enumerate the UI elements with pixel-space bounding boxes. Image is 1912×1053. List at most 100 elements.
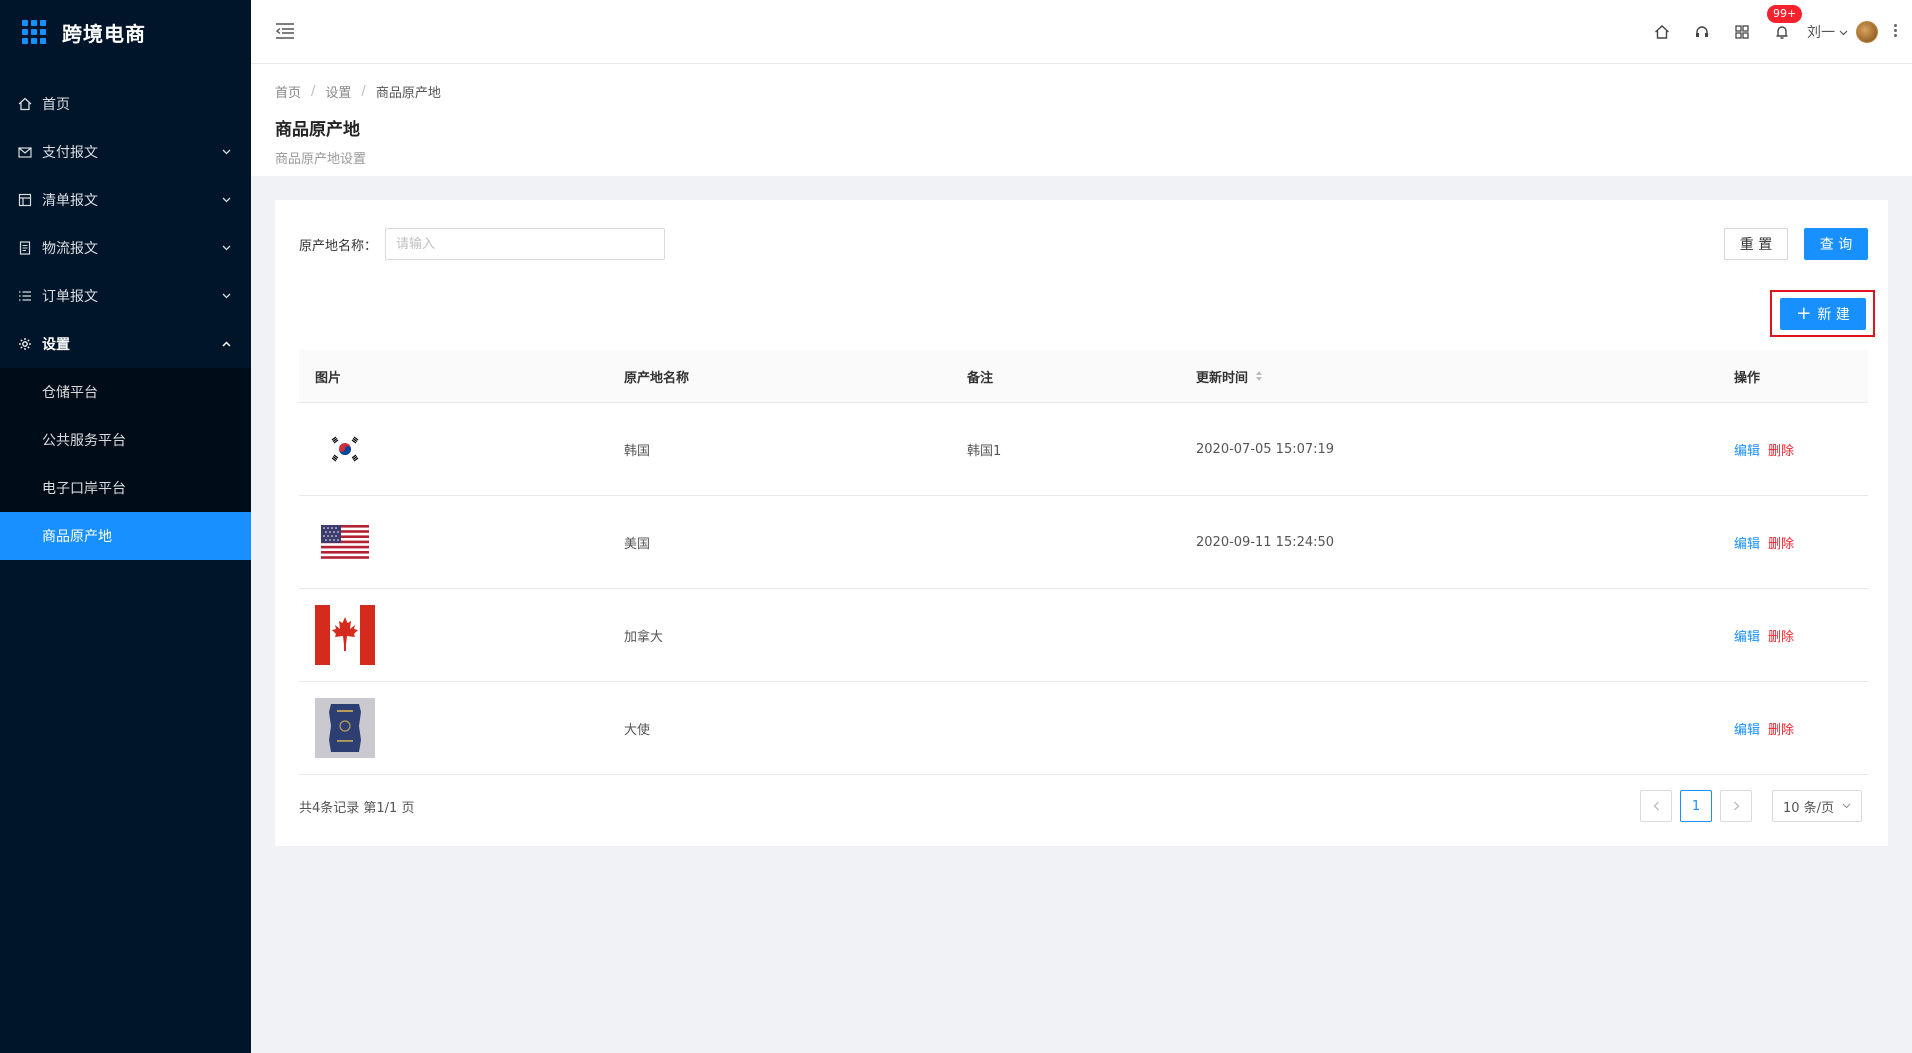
row-actions: 编辑 删除 [1718,440,1868,459]
sidebar-item-label: 支付报文 [42,145,98,161]
breadcrumb-current: 商品原产地 [375,86,441,101]
column-header-actions: 操作 [1734,370,1761,386]
delete-link[interactable]: 删除 [1768,626,1794,645]
sidebar-item-inventory[interactable]: 清单报文 [0,176,251,224]
query-button[interactable]: 查 询 [1804,228,1868,260]
sort-icon[interactable] [1256,371,1263,381]
edit-link[interactable]: 编辑 [1734,440,1760,459]
search-label: 原产地名称： [299,238,378,254]
origin-name-input[interactable] [385,228,666,260]
sidebar-item-label: 物流报文 [42,241,98,257]
updated-time: 2020-07-05 15:07:19 [1196,441,1335,457]
column-header-note: 备注 [967,370,994,386]
chevron-right-icon [1733,801,1739,811]
list-icon [18,289,32,303]
sidebar-item-label: 首页 [42,97,70,113]
reset-button[interactable]: 重 置 [1724,228,1788,260]
sidebar-item-logistics[interactable]: 物流报文 [0,224,251,272]
passport-image [315,698,375,758]
edit-link[interactable]: 编辑 [1734,533,1760,552]
sidebar-item-label: 设置 [42,337,70,353]
column-header-label: 更新时间 [1196,370,1249,386]
sidebar-item-e-port-platform[interactable]: 电子口岸平台 [0,464,251,512]
notification-badge: 99+ [1767,5,1803,23]
korea-flag-image [315,419,375,479]
origin-name: 加拿大 [624,629,664,645]
chevron-down-icon [1842,803,1851,809]
next-page-button[interactable] [1720,790,1752,822]
page-size-value: 10 条/页 [1783,800,1835,816]
menu-fold-icon[interactable] [275,22,297,42]
user-name: 刘一 [1807,25,1835,41]
page-number-button[interactable]: 1 [1680,790,1712,822]
gear-icon [18,337,32,351]
top-header: 99+ 刘一 [251,0,1912,64]
image-cell [299,605,608,665]
content-card: 原产地名称： 重 置 查 询 + 新 建 图片 原产地名称 备注 更新时间 操作 [275,200,1888,846]
bell-icon[interactable]: 99+ [1767,5,1803,41]
breadcrumb-home[interactable]: 首页 [275,82,301,101]
page-subtitle: 商品原产地设置 [275,152,367,167]
canada-flag-image [315,605,375,665]
delete-link[interactable]: 删除 [1768,719,1794,738]
delete-link[interactable]: 删除 [1768,533,1794,552]
sidebar-item-orders[interactable]: 订单报文 [0,272,251,320]
chevron-down-icon [221,195,231,205]
sidebar-item-payment[interactable]: 支付报文 [0,128,251,176]
origin-name: 美国 [624,536,651,552]
prev-page-button[interactable] [1640,790,1672,822]
breadcrumb: 首页 / 设置 / 商品原产地 [275,82,1888,101]
sidebar-item-public-service-platform[interactable]: 公共服务平台 [0,416,251,464]
table-icon [18,193,32,207]
avatar [1856,21,1878,43]
table-footer: 共4条记录 第1/1 页 1 10 条/页 [299,790,1868,822]
sidebar-item-home[interactable]: 首页 [0,80,251,128]
chevron-down-icon [221,243,231,253]
home-icon[interactable] [1653,23,1671,41]
origin-name: 大使 [624,722,651,738]
chevron-down-icon [221,147,231,157]
column-header-image: 图片 [315,370,342,386]
sidebar-item-label: 清单报文 [42,193,98,209]
origin-table: 图片 原产地名称 备注 更新时间 操作 韩国 韩国1 2020-07-05 15… [299,350,1868,775]
user-menu[interactable]: 刘一 [1807,21,1878,43]
apps-icon[interactable] [1733,23,1751,41]
chevron-left-icon [1653,801,1659,811]
edit-link[interactable]: 编辑 [1734,626,1760,645]
new-button[interactable]: + 新 建 [1780,298,1866,330]
pagination: 1 10 条/页 [1640,790,1862,822]
table-row: 美国 2020-09-11 15:24:50 编辑 删除 [299,496,1868,589]
apps-grid-icon [22,20,46,44]
breadcrumb-settings[interactable]: 设置 [325,82,351,101]
edit-link[interactable]: 编辑 [1734,719,1760,738]
sidebar-item-label: 订单报文 [42,289,98,305]
header-actions: 99+ 刘一 [1653,0,1912,64]
column-header-name: 原产地名称 [624,370,690,386]
delete-link[interactable]: 删除 [1768,440,1794,459]
image-cell [299,512,608,572]
plus-icon: + [1796,303,1812,324]
updated-time: 2020-09-11 15:24:50 [1196,534,1335,550]
column-header-updated[interactable]: 更新时间 [1180,367,1718,386]
page-size-select[interactable]: 10 条/页 [1772,790,1862,822]
headset-icon[interactable] [1693,23,1711,41]
origin-note: 韩国1 [967,443,1002,459]
sidebar-item-origin[interactable]: 商品原产地 [0,512,251,560]
row-actions: 编辑 删除 [1718,626,1868,645]
sidebar-item-settings[interactable]: 设置 [0,320,251,368]
table-row: 加拿大 编辑 删除 [299,589,1868,682]
new-button-label: 新 建 [1817,307,1850,323]
logo[interactable]: 跨境电商 [0,0,251,64]
row-actions: 编辑 删除 [1718,533,1868,552]
page-title: 商品原产地 [275,120,360,140]
home-icon [18,97,32,111]
breadcrumb-separator: / [361,84,366,99]
sidebar-item-warehouse-platform[interactable]: 仓储平台 [0,368,251,416]
chevron-up-icon [221,339,231,349]
row-actions: 编辑 删除 [1718,719,1868,738]
search-form: 原产地名称： [299,228,666,260]
more-vertical-icon[interactable] [1894,24,1898,38]
sidebar: 跨境电商 首页 支付报文 清单报文 物流报文 订单报文 设置 仓储平台 公共服务… [0,0,251,1053]
table-header: 图片 原产地名称 备注 更新时间 操作 [299,350,1868,403]
mail-icon [18,145,32,159]
